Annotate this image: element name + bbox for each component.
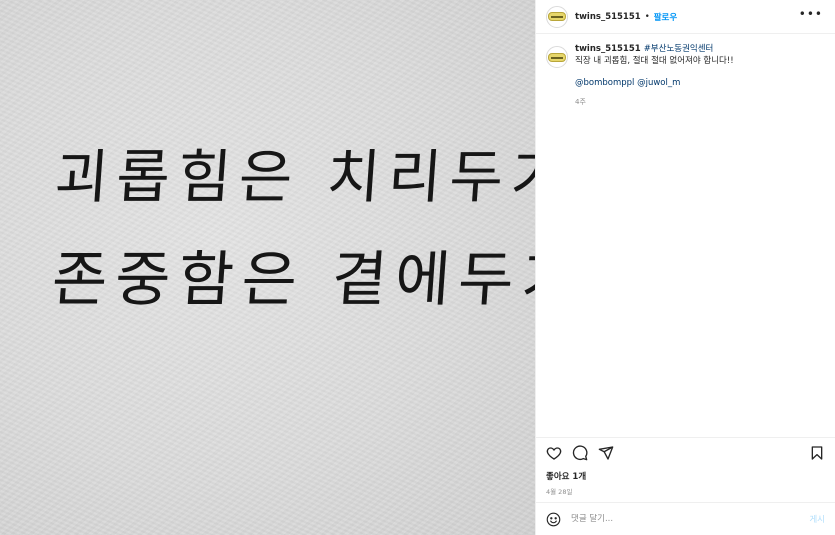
bookmark-icon[interactable]	[808, 444, 826, 462]
profile-logo-icon	[548, 52, 566, 62]
like-count[interactable]: 좋아요 1개	[546, 470, 586, 482]
post-date: 4월 28일	[546, 488, 573, 496]
heart-icon[interactable]	[545, 444, 563, 462]
photo-text-line-1: 괴롭힘은 치리두기	[52, 143, 535, 211]
photo-text-line-2: 존중함은 곁에두기	[49, 245, 535, 315]
post-side-panel: twins_515151 • 팔로우 ••• twins_515151 #부산노동…	[535, 0, 835, 535]
mention-link[interactable]: @bombomppl	[575, 78, 634, 88]
post-caption: twins_515151 #부산노동권익센터 직장 내 괴롭힘, 절대 절대 없어…	[546, 44, 825, 108]
header-username[interactable]: twins_515151	[575, 12, 641, 22]
emoji-icon[interactable]	[546, 511, 562, 527]
caption-text: 직장 내 괴롭힘, 절대 절대 없어져야 합니다!!	[575, 55, 734, 66]
comment-bar: 게시	[536, 502, 835, 535]
mention-link[interactable]: @juwol_m	[637, 78, 680, 88]
follow-button[interactable]: 팔로우	[654, 11, 677, 23]
comment-input[interactable]	[571, 514, 810, 524]
caption-body: twins_515151 #부산노동권익센터 직장 내 괴롭힘, 절대 절대 없어…	[575, 44, 734, 108]
post-photo: 괴롭힘은 치리두기 존중함은 곁에두기	[0, 0, 535, 535]
comment-icon[interactable]	[571, 444, 589, 462]
caption-hashtag[interactable]: #부산노동권익센터	[644, 44, 714, 54]
action-bar	[536, 437, 835, 467]
caption-age: 4주	[575, 97, 586, 106]
profile-logo-icon	[548, 12, 566, 21]
caption-username[interactable]: twins_515151	[575, 44, 641, 54]
header-separator: •	[644, 11, 650, 22]
avatar[interactable]	[546, 5, 568, 28]
post-header: twins_515151 • 팔로우 •••	[536, 0, 835, 34]
caption-mentions: @bombomppl @juwol_m	[575, 78, 734, 90]
more-options-icon[interactable]: •••	[799, 8, 823, 20]
caption-avatar[interactable]	[546, 46, 568, 68]
share-icon[interactable]	[597, 444, 615, 462]
post-comment-button[interactable]: 게시	[809, 513, 825, 525]
